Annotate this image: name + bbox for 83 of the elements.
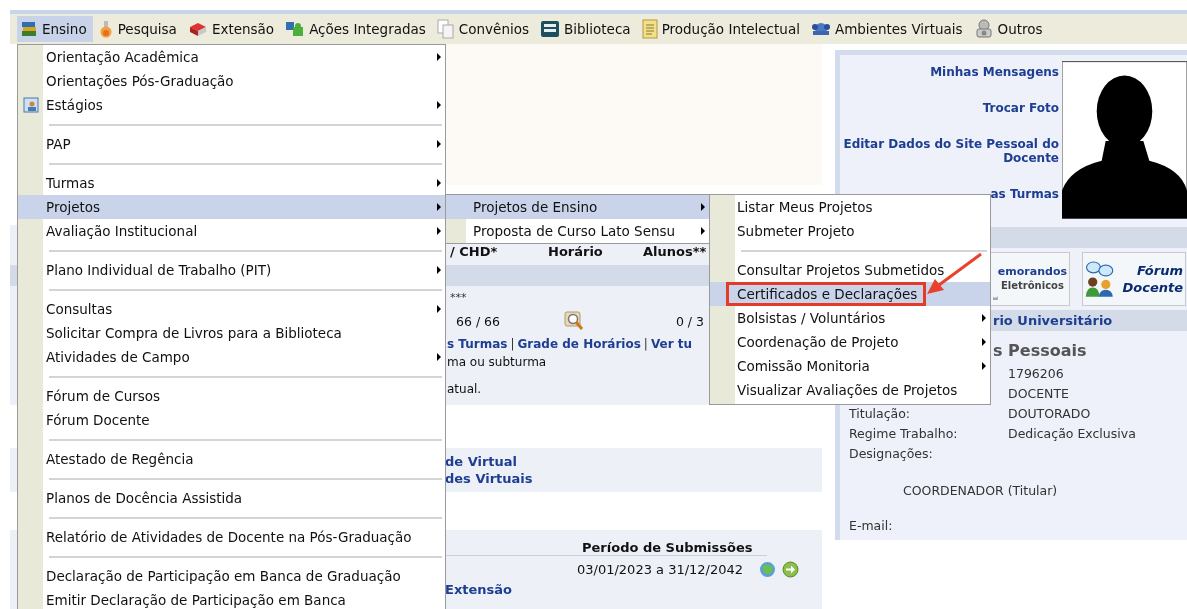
menu-item[interactable]: Atestado de Regência — [18, 447, 445, 471]
menu-item[interactable]: Solicitar Compra de Livros para a Biblioteca — [18, 321, 445, 345]
link[interactable]: Ver tu — [650, 337, 693, 351]
menu-item[interactable]: Comissão Monitoria — [710, 354, 990, 378]
menu-item[interactable]: Certificados e Declarações — [710, 282, 990, 306]
menu-bar-item[interactable]: Outros — [970, 16, 1049, 42]
menu-item[interactable]: Projetos de Ensino — [446, 195, 709, 219]
magnifier-icon[interactable] — [564, 311, 584, 331]
menu-item[interactable]: Turmas — [18, 171, 445, 195]
link[interactable]: Extensão — [445, 582, 822, 597]
menu-item[interactable]: Visualizar Avaliações de Projetos — [710, 378, 990, 402]
menu-bar-item[interactable]: Ações Integradas — [282, 16, 432, 42]
link[interactable]: Grade de Horários — [517, 337, 641, 351]
link[interactable]: as Turmas — [990, 187, 1059, 201]
link[interactable]: de Virtual — [445, 453, 822, 470]
section-heading: s Pessoais — [993, 341, 1087, 360]
documents-icon — [436, 19, 455, 39]
field-label: Regime Trabalho: — [849, 425, 958, 441]
section-title: rio Universitário — [993, 313, 1113, 328]
arrow-right-icon[interactable] — [782, 560, 800, 578]
menu-bar-item[interactable]: Extensão — [184, 16, 281, 42]
monitor-book-icon — [540, 20, 560, 38]
menu-item[interactable]: Planos de Docência Assistida — [18, 486, 445, 510]
footnote-mark: *** — [450, 290, 467, 304]
menu-item[interactable]: Bolsistas / Voluntários — [710, 306, 990, 330]
field-value: DOUTORADO — [1008, 405, 1091, 421]
people-globe-icon — [810, 21, 831, 37]
menu-item[interactable]: Declaração de Participação em Banca de Graduação — [18, 564, 445, 588]
menu-item[interactable]: Proposta de Curso Lato Sensu — [446, 219, 709, 243]
menu-item[interactable]: Consultas — [18, 297, 445, 321]
menu-item[interactable]: Fórum Docente — [18, 408, 445, 432]
field-value: Dedicação Exclusiva — [1008, 425, 1136, 441]
link[interactable]: Editar Dados do Site Pessoal do Docente — [840, 137, 1059, 165]
link[interactable]: Trocar Foto — [982, 101, 1059, 115]
menu-bar-item[interactable]: Convênios — [433, 16, 535, 42]
menu-item[interactable]: Projetos — [18, 195, 445, 219]
note-text: ma ou subturma — [447, 355, 547, 369]
menu-bar-item[interactable]: Ambientes Virtuais — [807, 16, 969, 42]
gift-box-icon — [187, 21, 208, 37]
globe-icon[interactable] — [759, 560, 777, 578]
menu-bar-item[interactable]: Produção Intelectual — [638, 16, 806, 42]
menu-bar-item[interactable]: Ensino — [17, 16, 93, 42]
link[interactable]: des Virtuais — [445, 470, 822, 487]
menu-item[interactable]: Submeter Projeto — [710, 219, 990, 243]
menu-item[interactable]: Plano Individual de Trabalho (PIT) — [18, 258, 445, 282]
menu-bar-item[interactable]: Pesquisa — [94, 16, 183, 42]
menu-item[interactable]: PAP — [18, 132, 445, 156]
field-label: Titulação: — [849, 405, 911, 421]
column-header: Horário — [548, 244, 604, 261]
link-separator: | — [643, 337, 648, 351]
link-separator: | — [510, 337, 515, 351]
column-header: / CHD* — [449, 244, 499, 261]
menu-item[interactable]: Consultar Projetos Submetidos — [710, 258, 990, 282]
menu-item[interactable]: Coordenação de Projeto — [710, 330, 990, 354]
column-header: Período de Submissões — [582, 540, 753, 555]
field-value: COORDENADOR (Titular) — [902, 483, 1059, 498]
note-text: atual. — [447, 382, 482, 396]
field-value: 1796206 — [1008, 365, 1064, 381]
menu-bar-item[interactable]: Biblioteca — [537, 16, 637, 42]
field-label: Designações: — [849, 445, 933, 461]
menu-item[interactable]: Fórum de Cursos — [18, 384, 445, 408]
puzzle-icon — [285, 20, 306, 38]
menu-item[interactable]: Estágios — [18, 93, 445, 117]
menu-item[interactable]: Emitir Declaração de Participação em Banca — [18, 588, 445, 609]
menu-item[interactable]: Relatório de Atividades de Docente na Pós-Graduação — [18, 525, 445, 549]
menu-item[interactable]: Orientação Acadêmica — [18, 45, 445, 69]
books-icon — [20, 20, 38, 38]
menu-item[interactable]: Listar Meus Projetos — [710, 195, 990, 219]
menu-item[interactable]: Atividades de Campo — [18, 345, 445, 369]
table-cell-text: 66 / 66 — [455, 313, 501, 329]
menu-item[interactable]: Orientações Pós-Graduação — [18, 69, 445, 93]
memos-shortcut[interactable]: emorandos Eletrônicos — [990, 252, 1070, 306]
field-value: DOCENTE — [1008, 385, 1069, 401]
column-header: Alunos** — [643, 244, 707, 261]
forum-shortcut[interactable]: Fórum Docente — [1082, 252, 1186, 306]
table-cell-text: 0 / 3 — [674, 313, 704, 329]
notebook-icon — [641, 19, 658, 39]
link[interactable]: s Turmas — [447, 337, 508, 351]
gears-icon — [973, 19, 994, 39]
table-cell: 03/01/2023 a 31/12/2042 — [577, 561, 744, 577]
link[interactable]: Minhas Mensagens — [930, 65, 1059, 79]
menu-item[interactable]: Avaliação Institucional — [18, 219, 445, 243]
field-label: E-mail: — [849, 518, 894, 533]
